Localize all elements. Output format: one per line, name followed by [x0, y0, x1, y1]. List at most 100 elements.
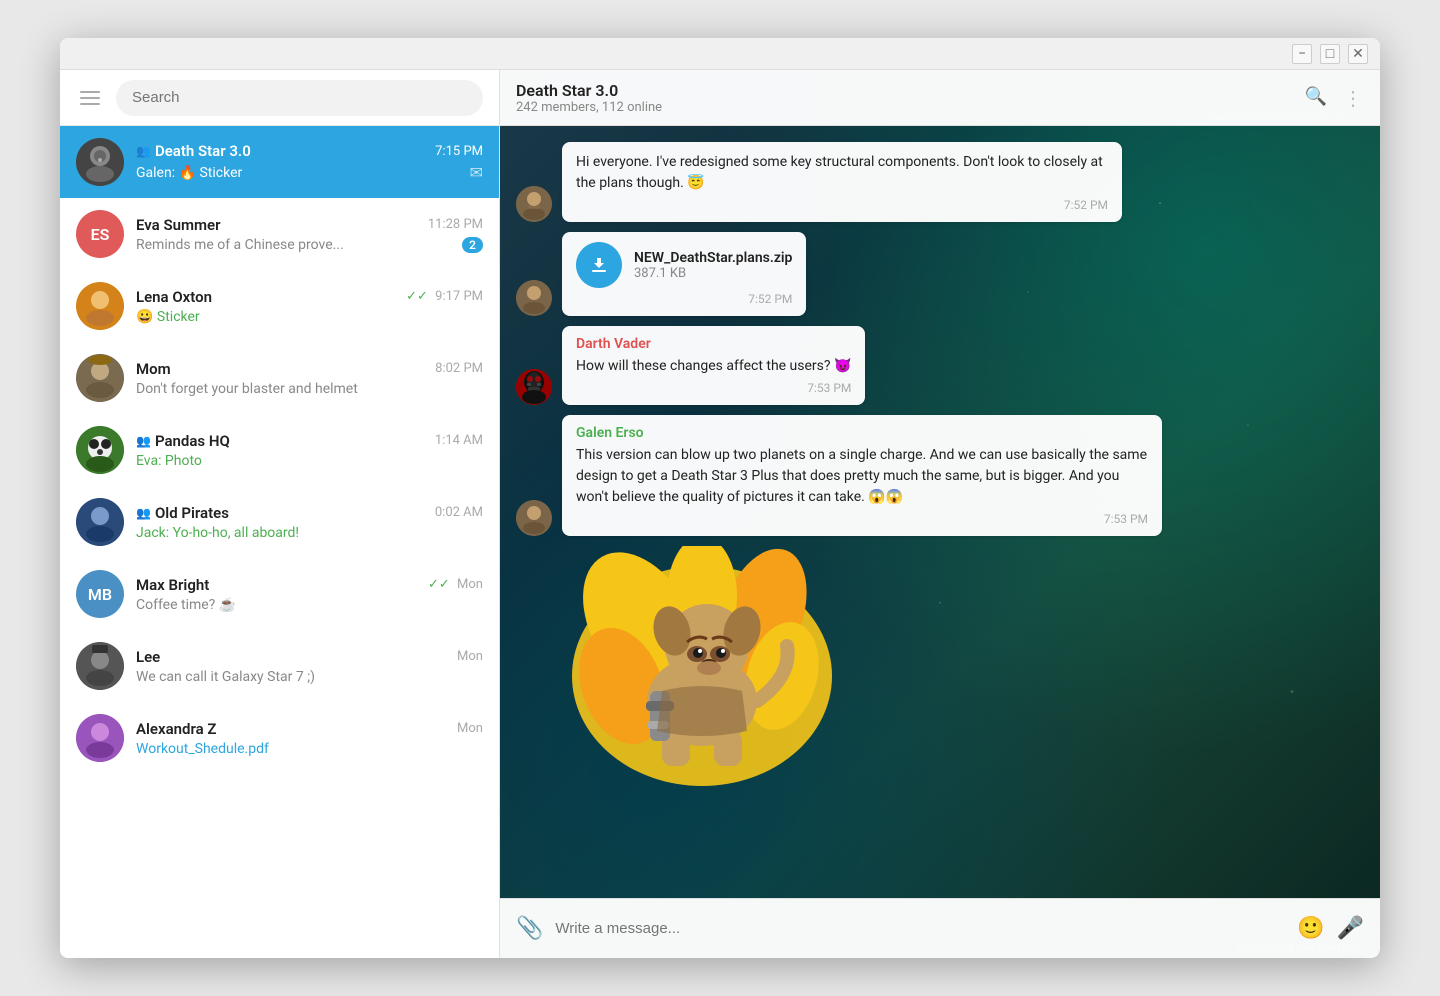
- hamburger-line-3: [80, 103, 100, 105]
- hamburger-line-1: [80, 91, 100, 93]
- chat-bottom-mom: Don't forget your blaster and helmet: [136, 381, 483, 397]
- chat-preview-lena: 😀 Sticker: [136, 309, 200, 325]
- double-check-lena: ✓✓: [406, 289, 428, 304]
- chat-info-eva: Eva Summer 11:28 PM Reminds me of a Chin…: [136, 216, 483, 253]
- chat-time-pandas: 1:14 AM: [435, 433, 483, 448]
- chat-top-eva: Eva Summer 11:28 PM: [136, 216, 483, 234]
- chat-preview-pirates: Jack: Yo-ho-ho, all aboard!: [136, 525, 299, 541]
- chat-info-mom: Mom 8:02 PM Don't forget your blaster an…: [136, 360, 483, 397]
- chat-preview-pandas: Eva: Photo: [136, 453, 202, 469]
- chat-preview-eva: Reminds me of a Chinese prove...: [136, 237, 344, 253]
- chat-name-pirates: 👥 Old Pirates: [136, 504, 229, 522]
- chat-bottom-lena: 😀 Sticker: [136, 309, 483, 325]
- chat-name-max: Max Bright: [136, 576, 209, 594]
- chat-preview-mom: Don't forget your blaster and helmet: [136, 381, 358, 397]
- more-options-button[interactable]: ⋮: [1343, 86, 1364, 110]
- chat-item-death-star[interactable]: 👥 Death Star 3.0 7:15 PM Galen: 🔥 Sticke…: [60, 126, 499, 198]
- file-download-icon[interactable]: [576, 242, 622, 288]
- search-chat-button[interactable]: 🔍: [1305, 86, 1327, 110]
- chat-name-lee: Lee: [136, 648, 160, 666]
- chat-time-pirates: 0:02 AM: [435, 505, 483, 520]
- msg-text-4: This version can blow up two planets on …: [576, 445, 1148, 508]
- chat-item-lee[interactable]: Lee Mon We can call it Galaxy Star 7 ;): [60, 630, 499, 702]
- minimize-button[interactable]: −: [1292, 44, 1312, 64]
- chat-top-max: Max Bright ✓✓ Mon: [136, 576, 483, 594]
- chat-bottom-lee: We can call it Galaxy Star 7 ;): [136, 669, 483, 685]
- chat-bottom: Galen: 🔥 Sticker ✉: [136, 163, 483, 182]
- maximize-button[interactable]: □: [1320, 44, 1340, 64]
- chat-item-pandas[interactable]: 👥 Pandas HQ 1:14 AM Eva: Photo: [60, 414, 499, 486]
- chat-item-lena[interactable]: Lena Oxton ✓✓ 9:17 PM 😀 Sticker: [60, 270, 499, 342]
- app-window: − □ ✕: [60, 38, 1380, 958]
- hamburger-line-2: [80, 97, 100, 99]
- chat-preview-alexandra: Workout_Shedule.pdf: [136, 741, 269, 757]
- chat-time-lee: Mon: [457, 649, 483, 664]
- message-row-3: Darth Vader How will these changes affec…: [516, 326, 1364, 405]
- chat-name-death-star: 👥 Death Star 3.0: [136, 142, 251, 160]
- chat-header-status: 242 members, 112 online: [516, 100, 662, 115]
- msg-text-1: Hi everyone. I've redesigned some key st…: [576, 152, 1108, 194]
- double-check-max: ✓✓: [428, 577, 450, 592]
- file-message: NEW_DeathStar.plans.zip 387.1 KB: [576, 242, 792, 288]
- chat-time-eva: 11:28 PM: [428, 217, 483, 232]
- badge-eva: 2: [462, 237, 483, 253]
- avatar-eva-summer: ES: [76, 210, 124, 258]
- chat-preview-death-star: Galen: 🔥 Sticker: [136, 165, 242, 181]
- emoji-button[interactable]: 🙂: [1297, 916, 1324, 941]
- menu-button[interactable]: [76, 87, 104, 109]
- avatar-lena: [76, 282, 124, 330]
- message-row-1: Hi everyone. I've redesigned some key st…: [516, 142, 1364, 222]
- chat-name-lena: Lena Oxton: [136, 288, 212, 306]
- close-button[interactable]: ✕: [1348, 44, 1368, 64]
- chat-input-bar: 📎 🙂 🎤: [500, 898, 1380, 958]
- sticker-container: [562, 546, 842, 786]
- msg-time-3: 7:53 PM: [576, 381, 851, 395]
- search-box[interactable]: [116, 80, 483, 116]
- title-bar: − □ ✕: [60, 38, 1380, 70]
- chat-bottom-pandas: Eva: Photo: [136, 453, 483, 469]
- file-size: 387.1 KB: [634, 266, 792, 281]
- chat-bottom-pirates: Jack: Yo-ho-ho, all aboard!: [136, 525, 483, 541]
- avatar-galen-4: [516, 500, 552, 536]
- chat-name-pandas: 👥 Pandas HQ: [136, 432, 230, 450]
- msg-time-1: 7:52 PM: [576, 198, 1108, 212]
- chat-main: Death Star 3.0 242 members, 112 online 🔍…: [500, 70, 1380, 958]
- chat-bottom-max: Coffee time? ☕: [136, 597, 483, 613]
- chat-time-alexandra: Mon: [457, 721, 483, 736]
- file-info: NEW_DeathStar.plans.zip 387.1 KB: [634, 250, 792, 281]
- search-input[interactable]: [132, 89, 467, 106]
- chat-item-max-bright[interactable]: MB Max Bright ✓✓ Mon Coffee time? ☕: [60, 558, 499, 630]
- chat-time-death-star: 7:15 PM: [435, 144, 483, 159]
- avatar-lee: [76, 642, 124, 690]
- sidebar: 👥 Death Star 3.0 7:15 PM Galen: 🔥 Sticke…: [60, 70, 500, 958]
- chat-name-alexandra: Alexandra Z: [136, 720, 216, 738]
- msg-text-3: How will these changes affect the users?…: [576, 356, 851, 377]
- avatar-alexandra: [76, 714, 124, 762]
- avatar-pirates: [76, 498, 124, 546]
- chat-item-eva-summer[interactable]: ES Eva Summer 11:28 PM Reminds me of a C…: [60, 198, 499, 270]
- microphone-button[interactable]: 🎤: [1337, 916, 1364, 941]
- chat-header: Death Star 3.0 242 members, 112 online 🔍…: [500, 70, 1380, 126]
- chat-item-alexandra[interactable]: Alexandra Z Mon Workout_Shedule.pdf: [60, 702, 499, 774]
- message-bubble-1: Hi everyone. I've redesigned some key st…: [562, 142, 1122, 222]
- chat-top-lee: Lee Mon: [136, 648, 483, 666]
- avatar-galen-2: [516, 280, 552, 316]
- chat-header-actions: 🔍 ⋮: [1305, 86, 1364, 110]
- sticker-svg: [562, 546, 842, 786]
- chat-item-pirates[interactable]: 👥 Old Pirates 0:02 AM Jack: Yo-ho-ho, al…: [60, 486, 499, 558]
- chat-preview-lee: We can call it Galaxy Star 7 ;): [136, 669, 315, 685]
- message-bubble-2: NEW_DeathStar.plans.zip 387.1 KB 7:52 PM: [562, 232, 806, 316]
- chat-name-eva: Eva Summer: [136, 216, 221, 234]
- msg-sender-galen: Galen Erso: [576, 425, 1148, 441]
- msg-time-2: 7:52 PM: [576, 292, 792, 306]
- chat-list: 👥 Death Star 3.0 7:15 PM Galen: 🔥 Sticke…: [60, 126, 499, 958]
- chat-time-lena: ✓✓ 9:17 PM: [406, 289, 483, 304]
- chat-top-pirates: 👥 Old Pirates 0:02 AM: [136, 504, 483, 522]
- chat-info-death-star: 👥 Death Star 3.0 7:15 PM Galen: 🔥 Sticke…: [136, 142, 483, 182]
- message-input[interactable]: [555, 920, 1285, 937]
- chat-info-alexandra: Alexandra Z Mon Workout_Shedule.pdf: [136, 720, 483, 757]
- chat-top: 👥 Death Star 3.0 7:15 PM: [136, 142, 483, 160]
- attach-button[interactable]: 📎: [516, 916, 543, 941]
- chat-item-mom[interactable]: Mom 8:02 PM Don't forget your blaster an…: [60, 342, 499, 414]
- avatar-pandas: [76, 426, 124, 474]
